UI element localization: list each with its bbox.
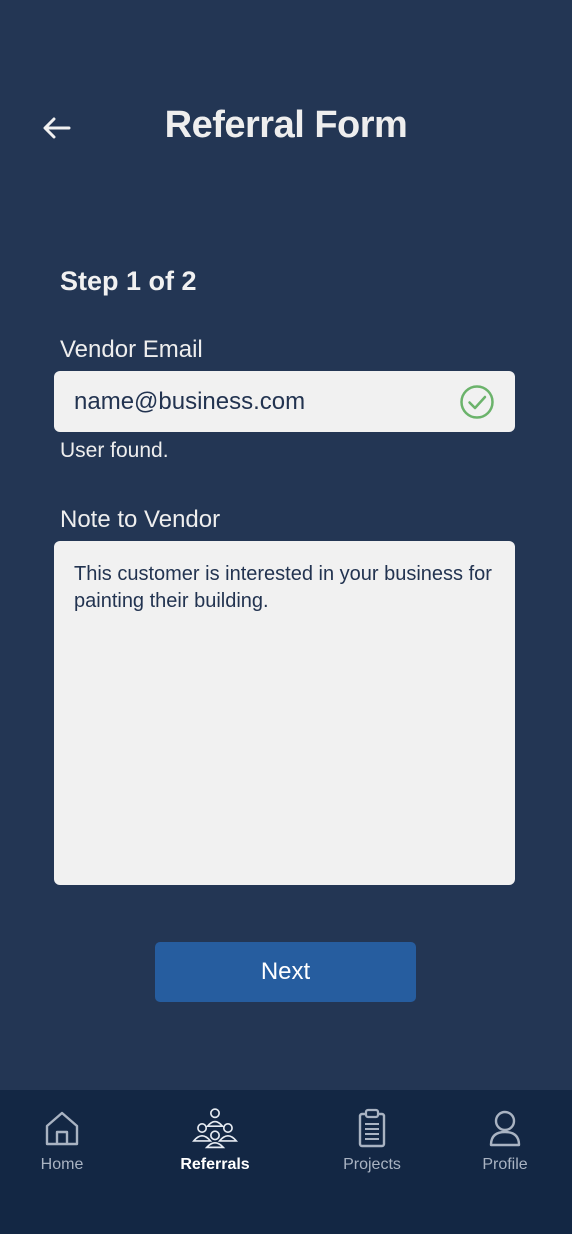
- nav-label-home: Home: [40, 1156, 84, 1173]
- group-icon: [191, 1106, 239, 1150]
- referral-form-screen: Referral Form Step 1 of 2 Vendor Email n…: [0, 0, 572, 1234]
- note-textarea[interactable]: This customer is interested in your busi…: [54, 541, 515, 885]
- note-label: Note to Vendor: [60, 506, 221, 533]
- home-icon: [38, 1106, 86, 1150]
- nav-item-home[interactable]: Home: [2, 1106, 122, 1174]
- nav-item-projects[interactable]: Projects: [312, 1106, 432, 1174]
- header: Referral Form: [0, 96, 572, 160]
- step-indicator: Step 1 of 2: [60, 266, 197, 296]
- nav-item-profile[interactable]: Profile: [445, 1106, 565, 1174]
- email-status-text: User found.: [60, 439, 169, 462]
- nav-label-projects: Projects: [343, 1156, 401, 1173]
- next-button[interactable]: Next: [155, 942, 416, 1002]
- note-value[interactable]: This customer is interested in your busi…: [74, 563, 492, 612]
- vendor-email-field[interactable]: name@business.com: [54, 371, 515, 432]
- nav-item-referrals[interactable]: Referrals: [155, 1106, 275, 1174]
- bottom-nav: Home Referrals Projects Profile: [0, 1090, 572, 1234]
- nav-label-referrals: Referrals: [180, 1156, 250, 1173]
- check-circle-icon: [459, 384, 495, 420]
- person-icon: [481, 1106, 529, 1150]
- vendor-email-value[interactable]: name@business.com: [74, 388, 305, 416]
- page-title: Referral Form: [164, 104, 408, 146]
- clipboard-icon: [348, 1106, 396, 1150]
- vendor-email-label: Vendor Email: [60, 336, 203, 363]
- nav-label-profile: Profile: [482, 1156, 528, 1173]
